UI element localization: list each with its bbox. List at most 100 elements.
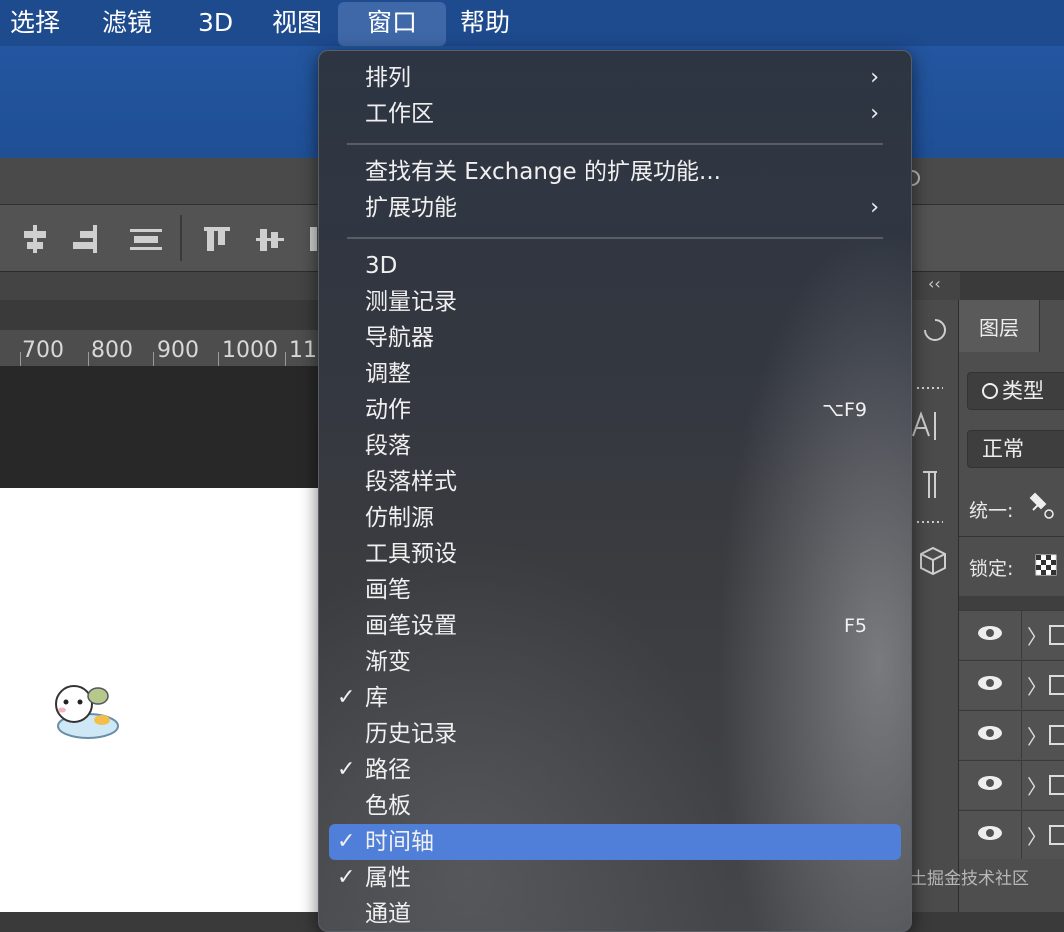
- submenu-chevron-icon: ›: [870, 65, 879, 90]
- window-menu-item[interactable]: 画笔设置 F5: [329, 608, 901, 644]
- window-menu-item[interactable]: 3D: [329, 248, 901, 284]
- window-menu-item[interactable]: 动作 ⌥F9: [329, 392, 901, 428]
- layer-row[interactable]: 〉: [959, 810, 1064, 859]
- layer-filter-box[interactable]: 类型: [967, 372, 1064, 410]
- window-menu-item[interactable]: 渐变: [329, 644, 901, 680]
- dock-icons[interactable]: [907, 300, 959, 600]
- window-menu-item-label: 库: [365, 685, 388, 711]
- window-menu-item-label: 测量记录: [365, 289, 457, 315]
- window-menu-item-label: 历史记录: [365, 721, 457, 747]
- chevron-right-icon[interactable]: 〉: [1027, 821, 1047, 850]
- window-menu-item[interactable]: 画笔: [329, 572, 901, 608]
- layer-row[interactable]: 〉: [959, 710, 1064, 759]
- window-menu-item-label: 画笔设置: [365, 613, 457, 639]
- window-menu-item-label: 导航器: [365, 325, 434, 351]
- chevron-right-icon[interactable]: 〉: [1027, 621, 1047, 650]
- folder-icon: [1049, 825, 1064, 845]
- window-menu-item-label: 仿制源: [365, 505, 434, 531]
- window-menu-item-label: 排列: [365, 65, 411, 91]
- menu-help[interactable]: 帮助: [450, 0, 520, 46]
- document-canvas[interactable]: [0, 488, 320, 912]
- window-menu-item[interactable]: 色板: [329, 788, 901, 824]
- window-menu-item[interactable]: 仿制源: [329, 500, 901, 536]
- chevron-right-icon[interactable]: 〉: [1027, 671, 1047, 700]
- visibility-eye-icon[interactable]: [977, 725, 1003, 741]
- window-menu-item[interactable]: 通道: [329, 896, 901, 931]
- ruler-tick: 700: [22, 338, 64, 363]
- window-menu-item[interactable]: 段落样式: [329, 464, 901, 500]
- pin-link-icon[interactable]: [1027, 490, 1057, 520]
- checkmark-icon: ✓: [337, 865, 356, 890]
- window-menu-item[interactable]: ✓ 时间轴: [329, 824, 901, 860]
- folder-icon: [1049, 675, 1064, 695]
- menu-select[interactable]: 选择: [0, 0, 70, 46]
- ruler-tick: 900: [157, 338, 199, 363]
- sticker-panda-bath-icon: [55, 685, 119, 739]
- window-menu-item[interactable]: 调整: [329, 356, 901, 392]
- unify-label: 统一:: [969, 500, 1014, 522]
- visibility-eye-icon[interactable]: [977, 775, 1003, 791]
- window-menu-item-label: 通道: [365, 901, 411, 927]
- menu-filter[interactable]: 滤镜: [92, 0, 162, 46]
- window-menu-item-label: 调整: [365, 361, 411, 387]
- window-menu-item-label: 3D: [365, 253, 398, 279]
- window-menu-item-label: 查找有关 Exchange 的扩展功能...: [365, 159, 721, 185]
- layer-row[interactable]: 〉: [959, 760, 1064, 809]
- horizontal-ruler: 700 800 900 1000 110: [0, 330, 331, 367]
- window-menu-item[interactable]: 排列 ›: [329, 60, 901, 96]
- menu-separator: [347, 237, 883, 239]
- visibility-eye-icon[interactable]: [977, 625, 1003, 641]
- menu-3d[interactable]: 3D: [188, 0, 243, 46]
- ruler-tick: 1000: [222, 338, 278, 363]
- lock-label: 锁定:: [969, 558, 1014, 580]
- submenu-chevron-icon: ›: [870, 101, 879, 126]
- panel-icon-dock: [906, 300, 959, 912]
- window-menu-item[interactable]: 扩展功能 ›: [329, 190, 901, 226]
- layers-panel: 图层 类型 正常 统一: 锁定: 〉 〉 〉 〉 〉: [958, 300, 1064, 912]
- window-menu-item-label: 扩展功能: [365, 195, 457, 221]
- visibility-eye-icon[interactable]: [977, 675, 1003, 691]
- collapse-panels-icon[interactable]: ‹‹: [928, 274, 941, 293]
- lock-transparent-pixels-icon[interactable]: [1035, 554, 1057, 576]
- tab-layers-label: 图层: [979, 316, 1019, 340]
- window-menu-dropdown: 排列 › 工作区 › 查找有关 Exchange 的扩展功能... 扩展功能 › 3D 测量记录…: [318, 50, 912, 932]
- pasteboard: [0, 366, 320, 488]
- window-menu-item-label: 段落: [365, 433, 411, 459]
- menu-separator: [347, 143, 883, 145]
- window-menu-item-label: 段落样式: [365, 469, 457, 495]
- layer-row[interactable]: 〉: [959, 610, 1064, 659]
- window-menu-item-label: 工具预设: [365, 541, 457, 567]
- checkmark-icon: ✓: [337, 829, 356, 854]
- window-menu-item[interactable]: 查找有关 Exchange 的扩展功能...: [329, 154, 901, 190]
- menubar: 选择 滤镜 3D 视图 窗口 帮助: [0, 0, 1064, 46]
- menu-view[interactable]: 视图: [262, 0, 332, 46]
- shortcut-label: ⌥F9: [822, 399, 867, 421]
- menu-window[interactable]: 窗口: [338, 2, 446, 46]
- align-icons[interactable]: [0, 205, 320, 271]
- window-menu-item[interactable]: 段落: [329, 428, 901, 464]
- search-icon: [982, 383, 998, 399]
- visibility-eye-icon[interactable]: [977, 825, 1003, 841]
- layer-filter-label: 类型: [1002, 379, 1044, 403]
- blend-mode-select[interactable]: 正常: [967, 430, 1064, 468]
- window-menu-item-label: 画笔: [365, 577, 411, 603]
- tab-layers[interactable]: 图层: [959, 300, 1040, 352]
- layer-row[interactable]: 〉: [959, 660, 1064, 709]
- window-menu-item-label: 时间轴: [365, 829, 434, 855]
- chevron-right-icon[interactable]: 〉: [1027, 771, 1047, 800]
- window-menu-item[interactable]: 历史记录: [329, 716, 901, 752]
- checkmark-icon: ✓: [337, 685, 356, 710]
- ruler-tick: 800: [91, 338, 133, 363]
- folder-icon: [1049, 625, 1064, 645]
- folder-icon: [1049, 725, 1064, 745]
- chevron-right-icon[interactable]: 〉: [1027, 721, 1047, 750]
- folder-icon: [1049, 775, 1064, 795]
- window-menu-item[interactable]: ✓ 属性: [329, 860, 901, 896]
- window-menu-item-label: 属性: [365, 865, 411, 891]
- window-menu-item[interactable]: ✓ 库: [329, 680, 901, 716]
- window-menu-item[interactable]: 工作区 ›: [329, 96, 901, 132]
- window-menu-item[interactable]: 测量记录: [329, 284, 901, 320]
- window-menu-item[interactable]: ✓ 路径: [329, 752, 901, 788]
- window-menu-item[interactable]: 工具预设: [329, 536, 901, 572]
- window-menu-item[interactable]: 导航器: [329, 320, 901, 356]
